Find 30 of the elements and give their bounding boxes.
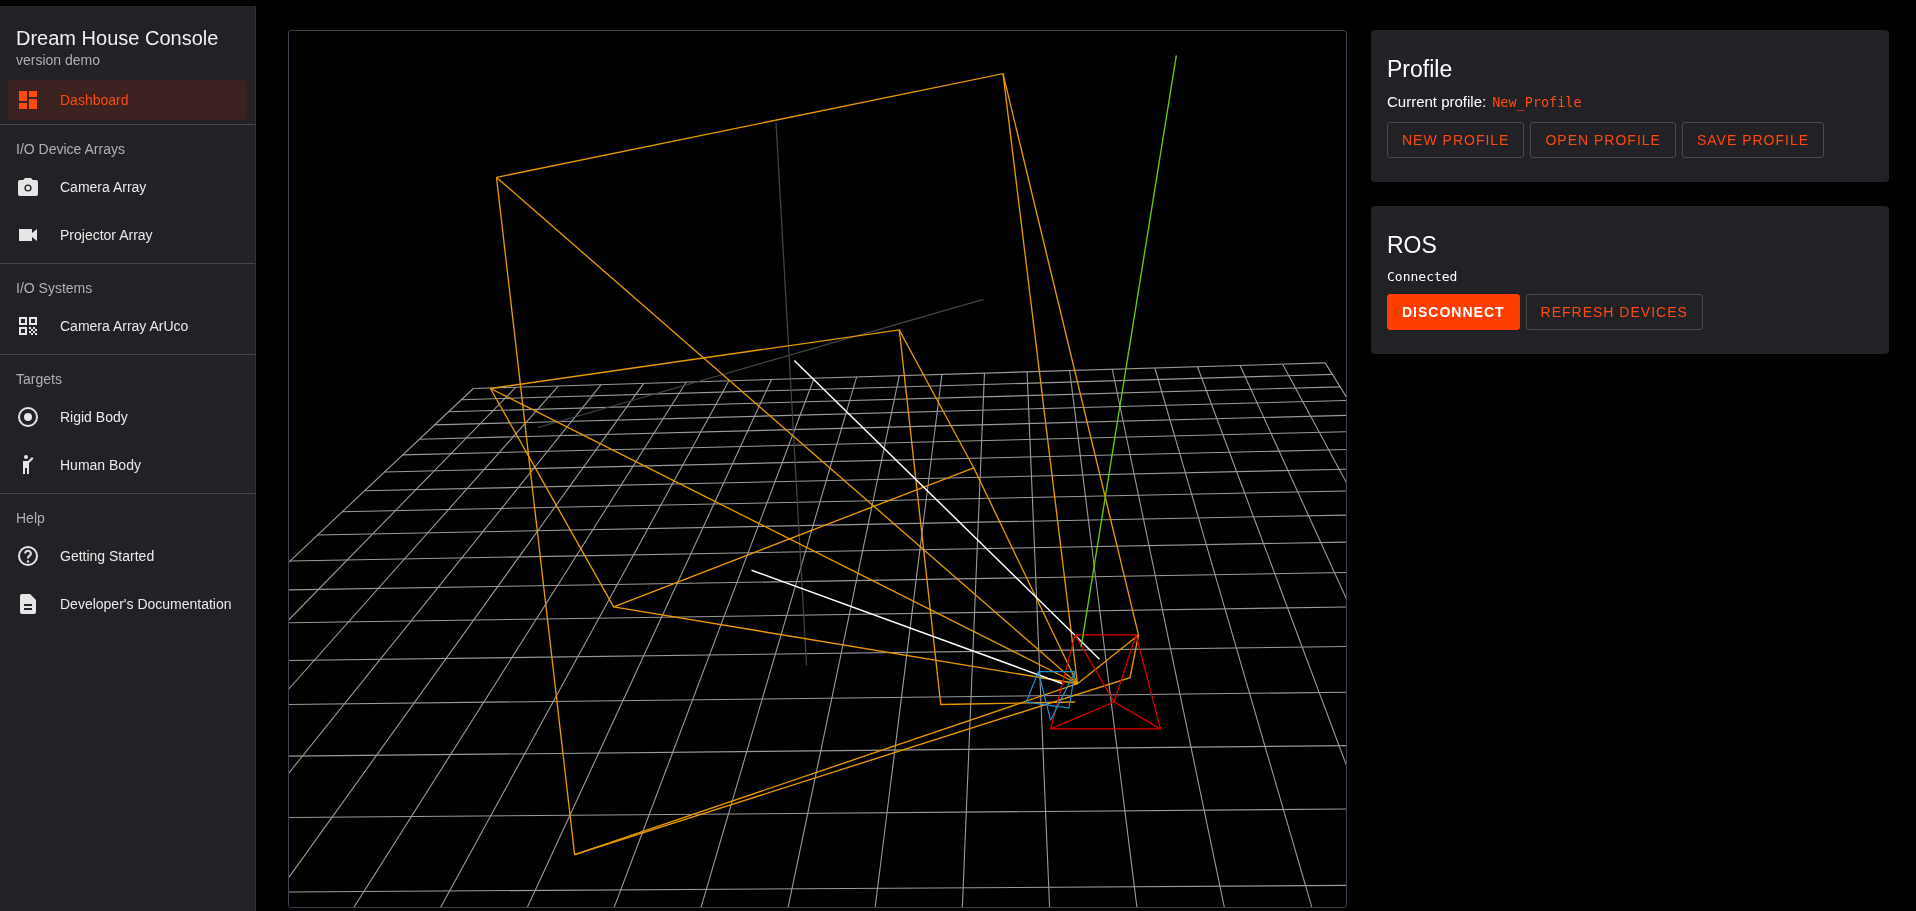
card-title: ROS: [1387, 232, 1438, 259]
section-heading: Targets: [15, 370, 63, 389]
current-profile-value: New_Profile: [1492, 94, 1582, 110]
open-profile-button[interactable]: OPEN PROFILE: [1530, 122, 1676, 158]
sidebar-item[interactable]: Camera Array ArUco: [0, 302, 255, 350]
disconnect-button[interactable]: DISCONNECT: [1387, 294, 1520, 330]
app-title: Dream House Console: [16, 27, 220, 50]
connection-status: Connected: [1387, 269, 1459, 284]
camera-icon: [16, 175, 40, 199]
sidebar-item[interactable]: Dashboard: [8, 80, 247, 120]
sidebar-item[interactable]: Camera Array: [0, 163, 255, 211]
section-heading: I/O Systems: [15, 279, 94, 298]
sidebar-item[interactable]: Getting Started: [0, 532, 255, 580]
sidebar-item[interactable]: Developer's Documentation: [0, 580, 255, 628]
sidebar-item[interactable]: Projector Array: [0, 211, 255, 259]
current-profile-label: Current profile:: [1387, 93, 1487, 110]
3d-viewport[interactable]: [288, 30, 1347, 908]
section-heading: I/O Device Arrays: [15, 140, 126, 159]
section-heading: Help: [15, 509, 46, 528]
new-profile-button[interactable]: NEW PROFILE: [1387, 122, 1525, 158]
dashboard-icon: [16, 88, 40, 112]
card-title: Profile: [1387, 56, 1454, 83]
refresh-devices-button[interactable]: REFRESH DEVICES: [1525, 294, 1703, 330]
save-profile-button[interactable]: SAVE PROFILE: [1681, 122, 1825, 158]
target-icon: [16, 405, 40, 429]
sidebar-item[interactable]: Human Body: [0, 441, 255, 489]
sidebar-item[interactable]: Rigid Body: [0, 393, 255, 441]
version-label: version demo: [16, 52, 102, 68]
help-icon: [16, 544, 40, 568]
qr-code-icon: [16, 314, 40, 338]
